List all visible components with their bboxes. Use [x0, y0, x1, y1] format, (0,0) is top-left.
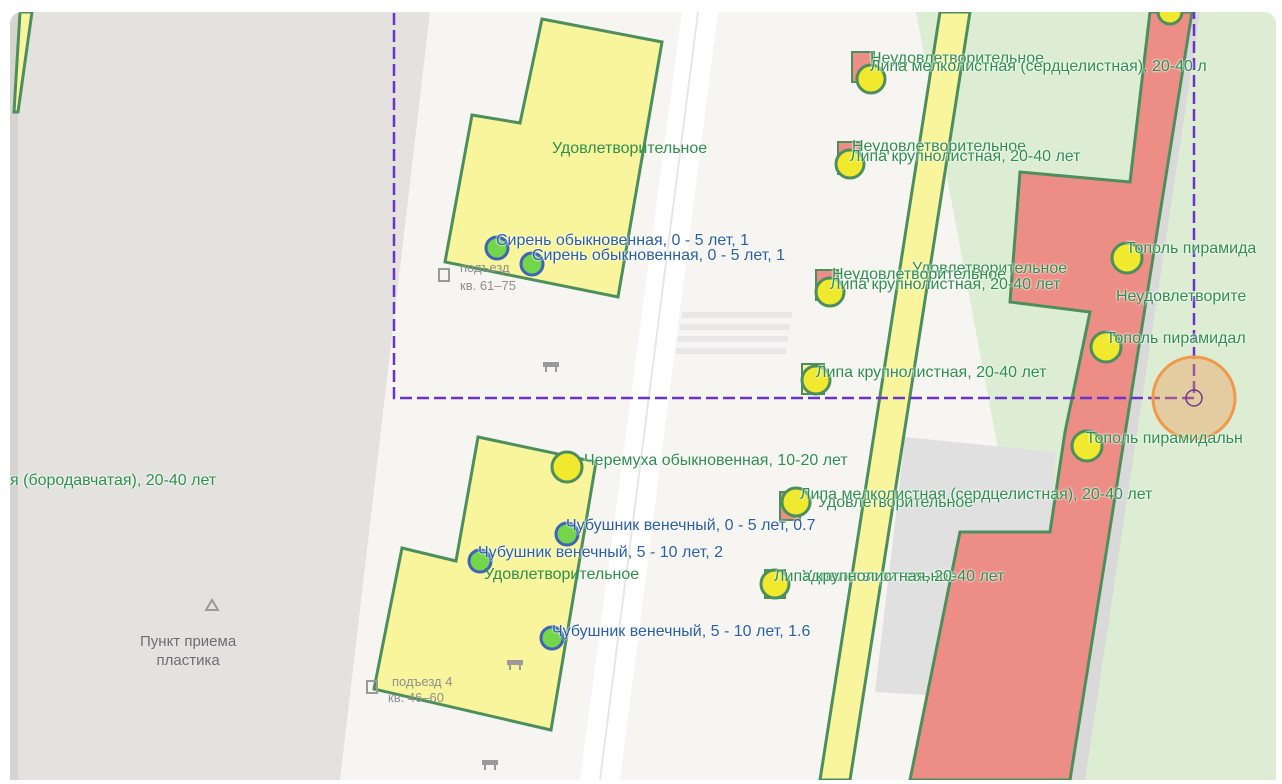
tree-name-label: Липа мелколистная (сердцелистная), 20-40… [870, 58, 1207, 75]
tree-marker[interactable] [1156, 12, 1184, 26]
shrub-label: Чубушник венечный, 5 - 10 лет, 2 [478, 544, 724, 561]
crosswalk [676, 312, 792, 354]
shrub-label: Чубушник венечный, 0 - 5 лет, 0.7 [566, 517, 816, 534]
tree-name-label: Липа крупнолистная, 20-40 лет [850, 148, 1081, 165]
shrub-label: Чубушник венечный, 5 - 10 лет, 1.6 [552, 623, 811, 640]
tree-name-label: Липа мелколистная (сердцелистная), 20-40… [800, 486, 1153, 503]
poi-recycle-label: Пункт приема пластика [140, 633, 237, 669]
entrance-icon [438, 268, 450, 282]
poi-apartments-4: кв. 46–60 [388, 690, 444, 705]
poi-entrance-4: подъезд 4 [392, 674, 453, 689]
cursor-ring[interactable] [1151, 355, 1237, 441]
shrub-label: Сирень обыкновенная, 0 - 5 лет, 1 [532, 247, 786, 264]
tree-name-label: Черемуха обыкновенная, 10-20 лет [584, 452, 848, 469]
bench-icon [482, 760, 498, 770]
map-edge-shadow [10, 12, 18, 780]
tree-marker[interactable] [550, 450, 584, 484]
zone-status-label: Удовлетворительное [552, 140, 708, 157]
tree-name-label: я (бородавчатая), 20-40 лет [10, 472, 217, 489]
map-canvas[interactable]: Пункт приема пластика подъезд 4 кв. 46–6… [10, 12, 1276, 780]
zone-status-label: Удовлетворительное [484, 566, 640, 583]
poi-apartments-top: кв. 61–75 [460, 278, 516, 293]
zone-status-label: Неудовлетворите [1116, 288, 1247, 305]
poi-entrance-top: подъезд [460, 260, 510, 275]
tree-name-label: Липа крупнолистная, 20-40 лет [816, 364, 1047, 381]
tree-name-label: Липа крупнолистная, 20-40 лет [830, 276, 1061, 293]
tree-name-label: Тополь пирамидал [1106, 330, 1246, 347]
tree-name-label: Тополь пирамидальн [1086, 430, 1243, 447]
tree-name-label: Тополь пирамида [1126, 240, 1257, 257]
tree-name-label: Липа крупнолистная, 20-40 лет [774, 568, 1005, 585]
bench-icon [543, 362, 559, 372]
